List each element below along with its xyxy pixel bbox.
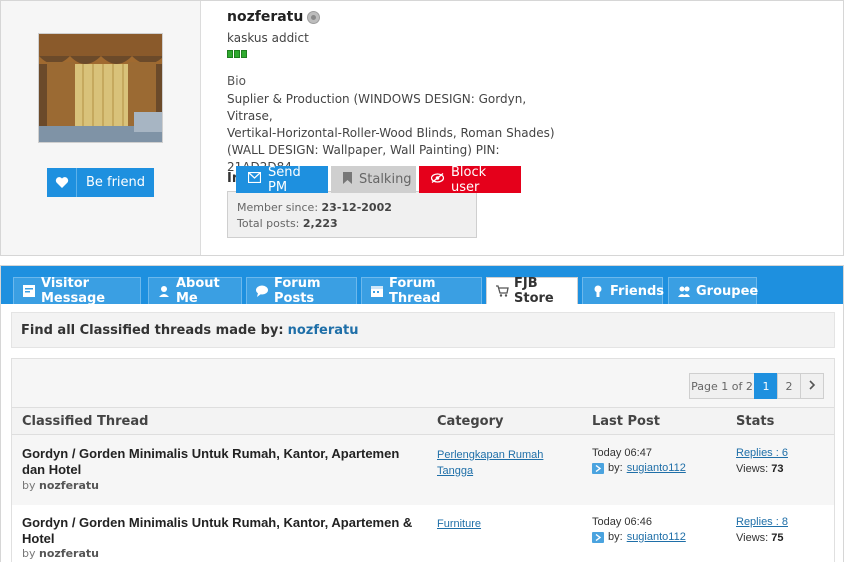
reputation-bar (241, 50, 247, 58)
eye-block-icon (430, 172, 445, 187)
member-info-box: Member since: 23-12-2002 Total posts: 2,… (227, 191, 477, 238)
pagination: Page 1 of 2 1 2 (689, 373, 824, 399)
tab-about-me[interactable]: About Me (148, 276, 242, 306)
cart-icon (495, 284, 509, 298)
header-stats: Stats (736, 414, 775, 429)
tab-forum-posts[interactable]: Forum Posts (246, 276, 357, 306)
table-row: Gordyn / Gorden Minimalis Untuk Rumah, K… (12, 505, 834, 562)
member-since: Member since: 23-12-2002 (237, 201, 392, 214)
profile-content: Visitor Message About Me Forum Posts For… (0, 265, 844, 562)
user-rank: kaskus addict (227, 31, 309, 45)
bookmark-icon (343, 171, 352, 188)
bio-line: Vertikal-Horizontal-Roller-Wood Blinds, … (227, 126, 555, 140)
profile-sidebar: Be friend (1, 1, 201, 255)
tab-visitor-message[interactable]: Visitor Message (13, 276, 141, 306)
user-icon (157, 284, 171, 298)
send-pm-label: Send PM (268, 164, 301, 195)
last-post-time: Today 06:47 (592, 447, 652, 459)
offline-status-icon (307, 11, 320, 24)
header-category: Category (437, 414, 504, 429)
be-friend-button[interactable]: Be friend (47, 168, 154, 197)
tab-label: Friends (610, 283, 665, 299)
views-count: Views: 73 (736, 463, 784, 475)
bio-line: Suplier & Production (WINDOWS DESIGN: Go… (227, 92, 527, 123)
table-header: Classified Thread Category Last Post Sta… (12, 407, 834, 435)
last-post-by: by: sugianto112 (592, 531, 686, 543)
find-threads-bar: Find all Classified threads made by: noz… (11, 312, 835, 348)
tab-label: FJB Store (514, 276, 554, 306)
category-link[interactable]: Perlengkapan Rumah Tangga (437, 447, 557, 479)
classified-thread-list: Page 1 of 2 1 2 Classified Thread Catego… (11, 358, 835, 562)
replies-link[interactable]: Replies : 8 (736, 516, 788, 528)
profile-header: Be friend nozferatu kaskus addict Bio Su… (0, 0, 844, 256)
page-1-button[interactable]: 1 (754, 373, 778, 399)
friend-icon (591, 284, 605, 298)
tab-fjb-store[interactable]: FJB Store (486, 276, 578, 306)
tab-friends[interactable]: Friends (582, 277, 665, 304)
total-posts: Total posts: 2,223 (237, 217, 338, 230)
views-count: Views: 75 (736, 532, 784, 544)
tab-label: Forum Posts (274, 276, 321, 306)
be-friend-label: Be friend (85, 175, 146, 190)
tab-label: Forum Thread (389, 276, 441, 306)
tab-groupee[interactable]: Groupee (668, 277, 759, 304)
find-prefix: Find all Classified threads made by: (21, 322, 284, 338)
thread-author: by nozferatu (22, 479, 99, 492)
block-user-button[interactable]: Block user (419, 164, 521, 195)
page-info: Page 1 of 2 (689, 373, 755, 399)
send-pm-button[interactable]: Send PM (236, 164, 328, 195)
last-post-by: by: sugianto112 (592, 462, 686, 474)
go-to-post-icon[interactable] (592, 462, 604, 474)
group-icon (677, 284, 691, 298)
last-post-time: Today 06:46 (592, 516, 652, 528)
username: nozferatu (227, 9, 304, 25)
bio-title: Bio (227, 74, 246, 88)
thread-title-link[interactable]: Gordyn / Gorden Minimalis Untuk Rumah, K… (22, 515, 417, 547)
reputation-bar (234, 50, 240, 58)
calendar-icon (370, 284, 384, 298)
stalking-label: Stalking (359, 172, 412, 187)
tab-forum-thread[interactable]: Forum Thread (361, 276, 482, 306)
thread-title-link[interactable]: Gordyn / Gorden Minimalis Untuk Rumah, K… (22, 446, 417, 478)
find-username-link[interactable]: nozferatu (288, 323, 359, 338)
tab-label: Visitor Message (41, 276, 106, 306)
last-post-user-link[interactable]: sugianto112 (627, 531, 686, 543)
envelope-icon (247, 171, 262, 187)
tab-bar: Visitor Message About Me Forum Posts For… (1, 266, 843, 306)
block-user-label: Block user (451, 164, 487, 195)
replies-link[interactable]: Replies : 6 (736, 447, 788, 459)
header-last-post: Last Post (592, 414, 660, 429)
reputation-bar (227, 50, 233, 58)
chevron-right-icon (808, 379, 816, 393)
tab-label: Groupee (696, 283, 759, 299)
avatar (38, 33, 163, 143)
bio-text: Suplier & Production (WINDOWS DESIGN: Go… (227, 91, 567, 176)
thread-author: by nozferatu (22, 547, 99, 560)
message-icon (22, 284, 36, 298)
chat-bubble-icon (255, 284, 269, 298)
table-row: Gordyn / Gorden Minimalis Untuk Rumah, K… (12, 436, 834, 505)
next-page-button[interactable] (800, 373, 824, 399)
header-classified-thread: Classified Thread (22, 414, 149, 429)
last-post-user-link[interactable]: sugianto112 (627, 462, 686, 474)
heart-icon (47, 168, 77, 197)
tab-label: About Me (176, 276, 220, 306)
reputation-bars (227, 50, 247, 58)
go-to-post-icon[interactable] (592, 531, 604, 543)
stalking-button[interactable]: Stalking (331, 166, 416, 193)
category-link[interactable]: Furniture (437, 516, 557, 532)
page-2-button[interactable]: 2 (777, 373, 801, 399)
avatar-image (39, 34, 162, 142)
